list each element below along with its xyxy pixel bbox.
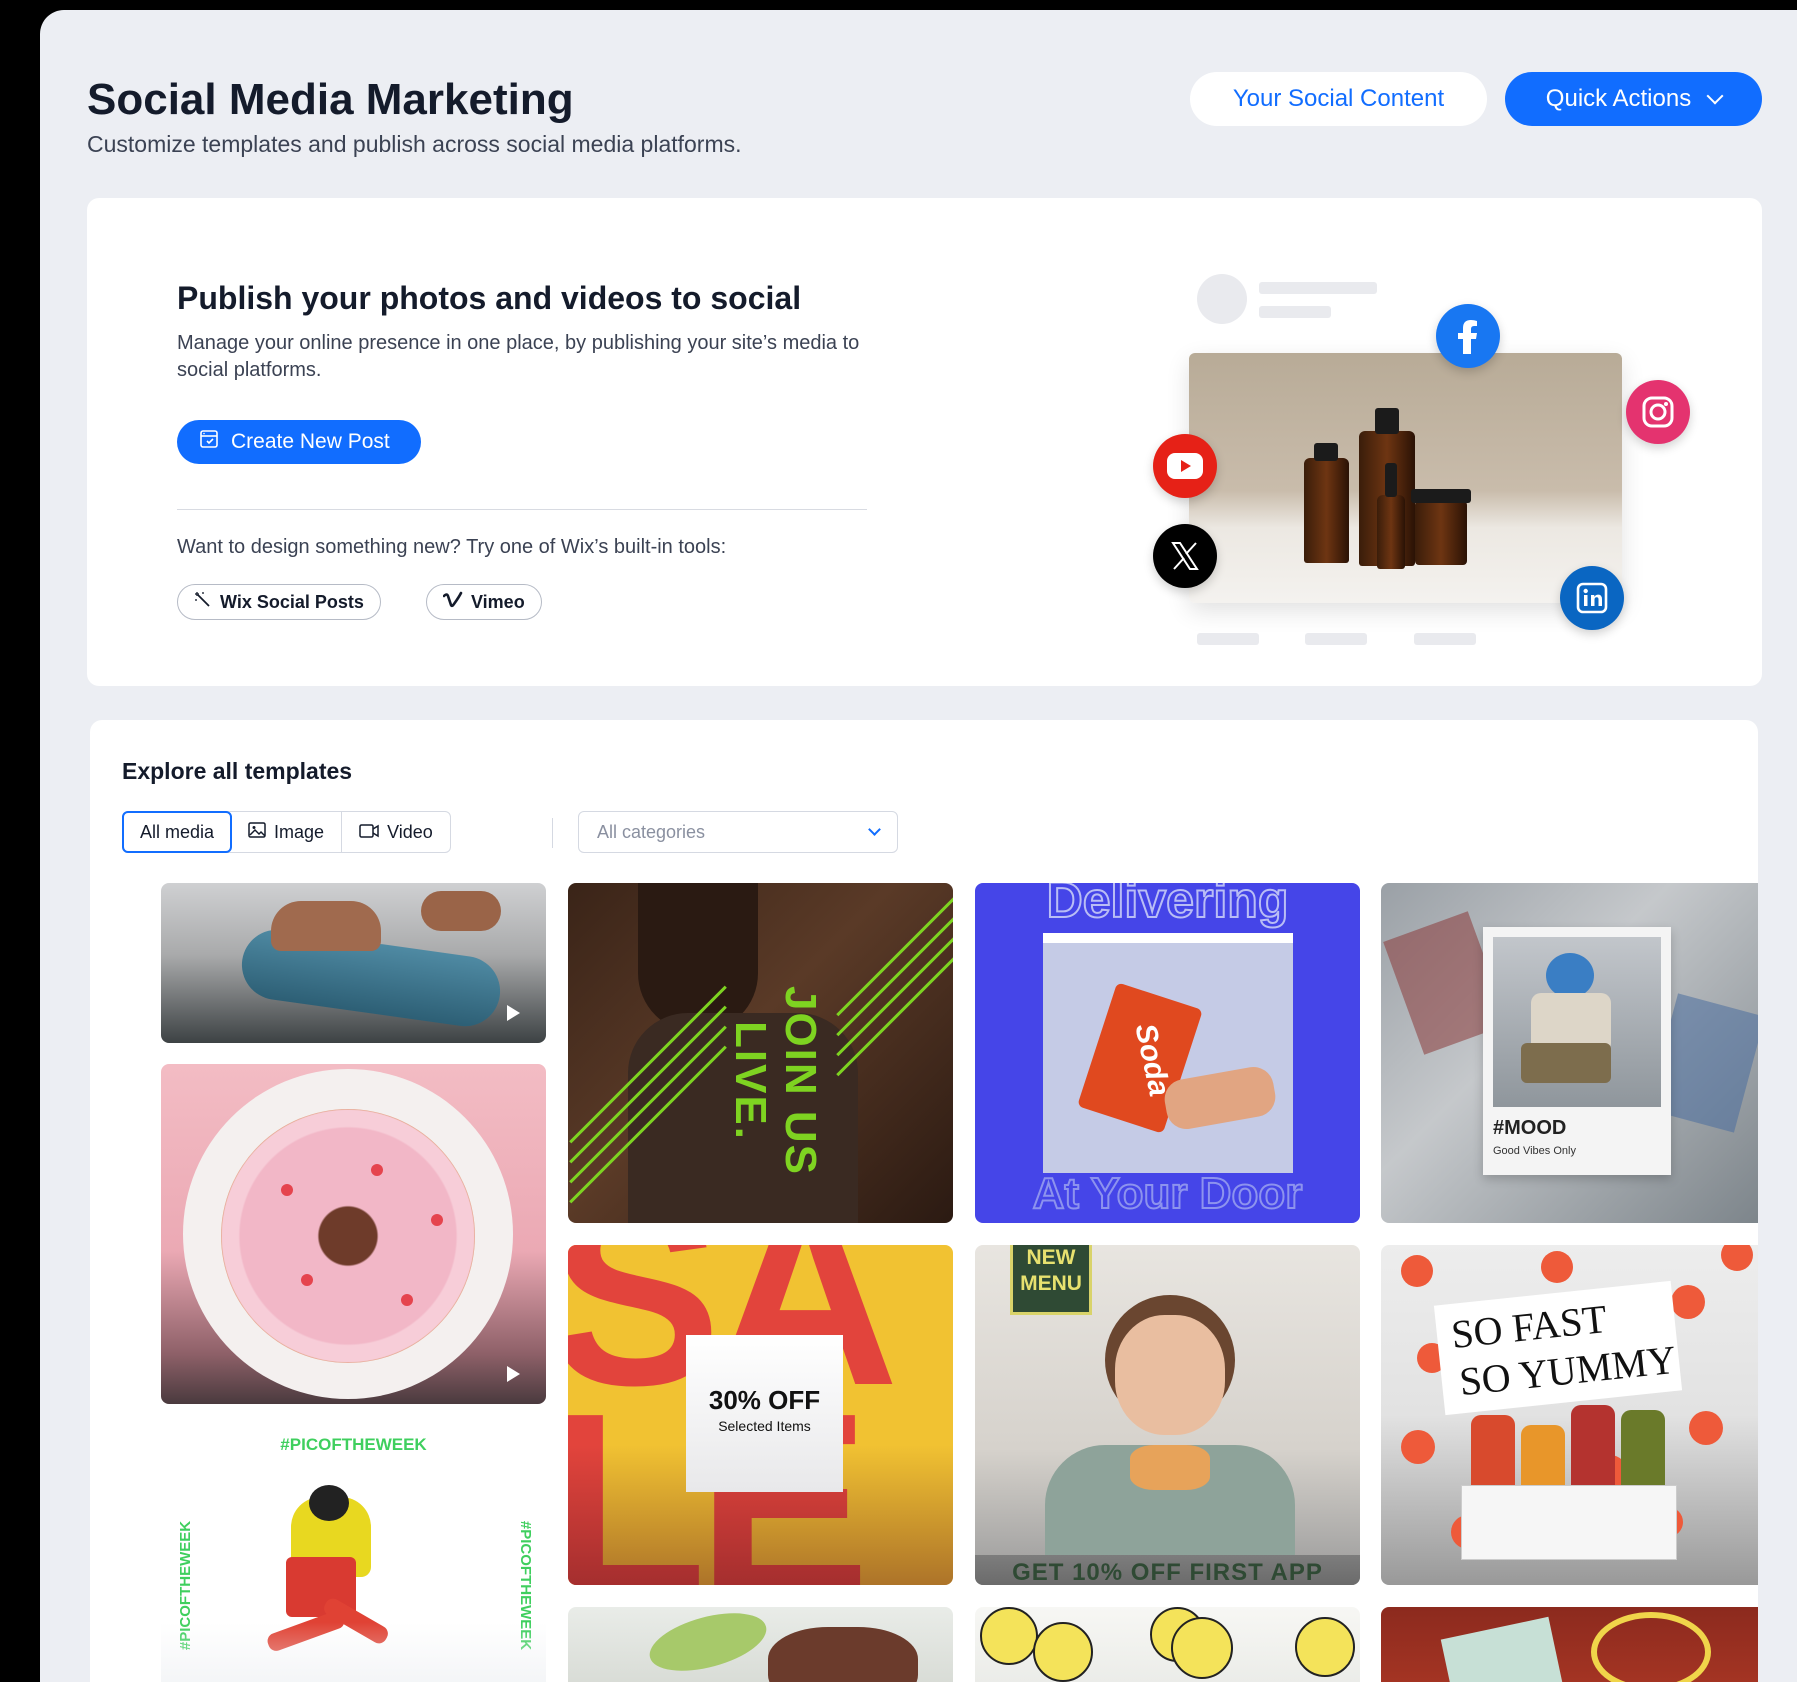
create-new-post-button[interactable]: Create New Post (177, 420, 421, 464)
template-tile-sale[interactable]: SA LE 30% OFF Selected Items (568, 1245, 953, 1585)
placeholder-line (1197, 633, 1259, 645)
create-new-post-label: Create New Post (231, 430, 390, 453)
chevron-down-icon (868, 822, 881, 836)
template-tile-join-us-live[interactable]: JOIN US LIVE. (568, 883, 953, 1223)
category-select[interactable]: All categories (578, 811, 898, 853)
template-tile-tennis[interactable] (1381, 1607, 1758, 1682)
filter-all-media[interactable]: All media (122, 811, 233, 853)
quick-actions-label: Quick Actions (1545, 85, 1692, 112)
divider (177, 509, 867, 510)
template-tile-salad[interactable] (568, 1607, 953, 1682)
linkedin-icon (1560, 566, 1624, 630)
play-icon (507, 1366, 520, 1382)
publish-hero-card: Publish your photos and videos to social… (87, 198, 1762, 686)
filter-video[interactable]: Video (342, 812, 450, 852)
chevron-down-icon (1706, 87, 1724, 105)
filter-image[interactable]: Image (231, 812, 343, 852)
page-title: Social Media Marketing (87, 75, 574, 124)
x-icon (1153, 524, 1217, 588)
facebook-icon (1436, 304, 1500, 368)
app-order-text: GET 10% OFF FIRST APP ORDER (1012, 1559, 1323, 1585)
post-avatar-placeholder (1197, 274, 1247, 324)
instagram-icon (1626, 380, 1690, 444)
placeholder-line (1259, 306, 1331, 318)
mood-subtitle: Good Vibes Only (1493, 1145, 1576, 1157)
play-icon (507, 1005, 520, 1021)
placeholder-line (1305, 633, 1367, 645)
filter-divider (552, 818, 553, 848)
sale-discount: 30% OFF (708, 1385, 821, 1415)
post-icon (199, 429, 219, 455)
mood-title: #MOOD (1493, 1117, 1567, 1139)
templates-section: Explore all templates All media Image Vi… (90, 720, 1758, 1682)
image-icon (248, 821, 266, 843)
magic-wand-icon (194, 591, 212, 614)
your-social-content-button[interactable]: Your Social Content (1190, 72, 1487, 126)
wix-social-posts-button[interactable]: Wix Social Posts (177, 584, 381, 620)
media-filter-group: All media Image Video (122, 811, 451, 853)
video-icon (359, 822, 379, 843)
template-tile-mood[interactable]: #MOOD Good Vibes Only (1381, 883, 1758, 1223)
template-tile-new-menu[interactable]: NEW MENU GET 10% OFF FIRST APP ORDER (975, 1245, 1360, 1585)
template-tile-yoga-mat[interactable] (161, 883, 546, 1043)
new-menu-line2: MENU (1020, 1272, 1082, 1295)
pic-of-week-label: #PICOFTHEWEEK (280, 1435, 427, 1454)
vimeo-button[interactable]: Vimeo (426, 584, 542, 620)
page-subtitle: Customize templates and publish across s… (87, 131, 742, 157)
new-menu-line1: NEW (1026, 1246, 1076, 1269)
hero-title: Publish your photos and videos to social (177, 280, 802, 316)
template-tile-smileys[interactable] (975, 1607, 1360, 1682)
category-select-value: All categories (597, 821, 706, 842)
vimeo-icon (442, 591, 463, 614)
filter-image-label: Image (274, 821, 325, 842)
template-tile-so-fast[interactable]: SO FAST SO YUMMY (1381, 1245, 1758, 1585)
template-tile-delivering[interactable]: Delivering Soda At Your Door (975, 883, 1360, 1223)
app-window: Social Media Marketing Customize templat… (40, 10, 1797, 1682)
tools-label: Want to design something new? Try one of… (177, 536, 727, 558)
youtube-icon (1153, 434, 1217, 498)
filter-video-label: Video (387, 821, 433, 842)
template-tile-donut[interactable] (161, 1064, 546, 1404)
quick-actions-button[interactable]: Quick Actions (1505, 72, 1762, 126)
at-your-door-text: At Your Door (1032, 1168, 1304, 1219)
post-preview-image (1189, 353, 1622, 603)
vimeo-label: Vimeo (471, 591, 525, 612)
templates-title: Explore all templates (122, 758, 353, 784)
hero-description: Manage your online presence in one place… (177, 332, 860, 381)
wix-social-posts-label: Wix Social Posts (220, 591, 364, 612)
filter-all-media-label: All media (140, 821, 215, 842)
delivering-text: Delivering (1046, 883, 1290, 929)
join-us-live-text: JOIN US LIVE. (726, 985, 825, 1177)
sale-subtitle: Selected Items (718, 1418, 811, 1434)
template-tile-pic-of-week[interactable]: #PICOFTHEWEEK #PICOFTHEWEEK #PICOFTHEWEE… (161, 1427, 546, 1682)
placeholder-line (1259, 282, 1377, 294)
placeholder-line (1414, 633, 1476, 645)
